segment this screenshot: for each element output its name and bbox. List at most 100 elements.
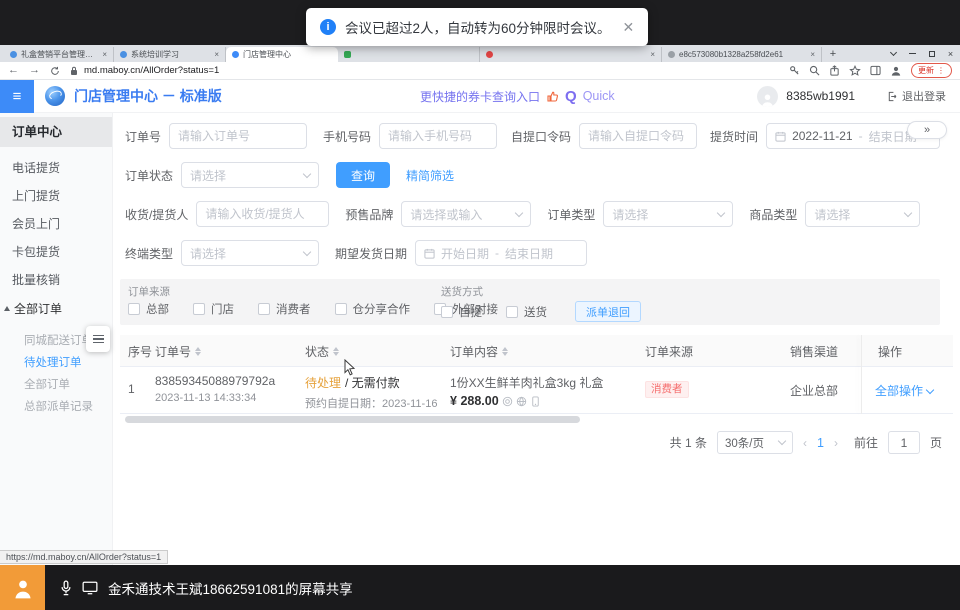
checkbox-hq[interactable]: 总部 [128, 301, 169, 317]
quick-link[interactable]: Quick [583, 89, 615, 103]
main-area: 订单中心 电话提货 上门提货 会员上门 卡包提货 批量核销 全部订单 同城配送订… [0, 113, 960, 565]
scrollbar-thumb[interactable] [125, 416, 580, 423]
screen-icon[interactable] [82, 581, 98, 595]
order-type-select[interactable]: 请选择 [603, 201, 733, 227]
sidebar-item-card-pickup[interactable]: 卡包提货 [0, 238, 112, 266]
tab-close-icon[interactable]: × [810, 50, 815, 59]
quick-q-icon[interactable]: Q [565, 88, 577, 105]
sidebar-sub-all-orders[interactable]: 全部订单 [0, 374, 112, 396]
browser-urlbar: ← → md.maboy.cn/AllOrder?status=1 更新 ⋮ [0, 62, 960, 80]
drag-handle[interactable] [86, 326, 110, 352]
source-tag: 消费者 [645, 381, 689, 398]
zoom-icon[interactable] [809, 65, 820, 76]
share-avatar[interactable] [0, 565, 45, 610]
prev-page-button[interactable]: ‹ [803, 436, 807, 450]
reload-icon[interactable] [50, 66, 60, 76]
url-text[interactable]: md.maboy.cn/AllOrder?status=1 [84, 65, 219, 76]
checkbox-self-pickup[interactable]: 自提 [441, 304, 482, 320]
forward-icon[interactable]: → [29, 65, 40, 76]
phone-input[interactable] [379, 123, 497, 149]
window-minimize-button[interactable] [903, 45, 922, 62]
tab-favicon [120, 51, 127, 58]
checkbox-store[interactable]: 门店 [193, 301, 234, 317]
ship-end-placeholder[interactable]: 结束日期 [505, 245, 553, 262]
col-content[interactable]: 订单内容 [450, 335, 508, 367]
pickup-code-input[interactable] [579, 123, 697, 149]
select-placeholder: 请选择或输入 [410, 206, 516, 223]
checkbox-delivery[interactable]: 送货 [506, 304, 547, 320]
tab-close-icon[interactable]: × [214, 50, 219, 59]
order-status-select[interactable]: 请选择 [181, 162, 319, 188]
promo-link[interactable]: 更快捷的券卡查询入口 [420, 88, 540, 105]
browser-tab-5[interactable]: × [480, 47, 662, 62]
hamburger-menu-button[interactable]: ≡ [0, 80, 34, 113]
goto-page-input[interactable] [888, 431, 920, 454]
window-close-button[interactable]: × [941, 45, 960, 62]
sort-icon[interactable] [502, 347, 508, 356]
window-maximize-button[interactable] [922, 45, 941, 62]
back-icon[interactable]: ← [8, 65, 19, 76]
ship-date-range[interactable]: 开始日期 - 结束日期 [415, 240, 587, 266]
sidebar-item-door-pickup[interactable]: 上门提货 [0, 182, 112, 210]
col-status[interactable]: 状态 [305, 335, 339, 367]
pickup-start-date[interactable]: 2022-11-21 [792, 129, 853, 143]
sidebar-group-all-orders[interactable]: 全部订单 [0, 294, 112, 322]
order-price: 288.00 [460, 394, 498, 408]
receiver-input[interactable] [196, 201, 329, 227]
browser-status-link: https://md.maboy.cn/AllOrder?status=1 [0, 550, 168, 564]
order-no-input[interactable] [169, 123, 307, 149]
table-row[interactable]: 1 83859345088979792a 2023-11-13 14:33:34… [120, 367, 953, 414]
sidebar-sub-pending-orders[interactable]: 待处理订单 [0, 352, 112, 374]
calendar-icon [424, 248, 435, 259]
tab-label: e8c573080b1328a258fd2e61 [679, 50, 805, 59]
browser-tab-6[interactable]: e8c573080b1328a258fd2e61 × [662, 47, 822, 62]
bookmark-star-icon[interactable] [849, 65, 861, 77]
pickup-code-label: 自提口令码 [511, 128, 571, 145]
current-page[interactable]: 1 [817, 436, 824, 450]
key-icon[interactable] [789, 65, 800, 76]
checkbox-warehouse-share[interactable]: 仓分享合作 [335, 301, 411, 317]
collapse-panel-button[interactable]: » [907, 121, 947, 139]
share-icon[interactable] [829, 65, 840, 76]
filter-row-3: 收货/提货人 预售品牌 请选择或输入 订单类型 请选择 商品类型 请选择 [125, 201, 920, 227]
terminal-type-select[interactable]: 请选择 [181, 240, 319, 266]
all-actions-dropdown[interactable]: 全部操作 [875, 382, 933, 399]
brand-select[interactable]: 请选择或输入 [401, 201, 531, 227]
user-avatar[interactable] [757, 86, 778, 107]
checkbox-icon [128, 303, 140, 315]
logout-button[interactable]: 退出登录 [887, 88, 946, 104]
profile-icon[interactable] [890, 65, 902, 77]
col-order-no[interactable]: 订单号 [155, 335, 201, 367]
checkbox-consumer[interactable]: 消费者 [258, 301, 311, 317]
terminal-type-label: 终端类型 [125, 245, 173, 262]
browser-tab-1[interactable]: 礼盒营销平台管理中心 × [4, 47, 114, 62]
new-tab-button[interactable]: + [826, 47, 840, 61]
side-panel-icon[interactable] [870, 65, 881, 76]
sidebar-sub-hq-dispatch[interactable]: 总部派单记录 [0, 396, 112, 418]
goods-type-select[interactable]: 请选择 [805, 201, 920, 227]
chrome-update-button[interactable]: 更新 ⋮ [911, 63, 952, 78]
username: 8385wb1991 [786, 89, 855, 103]
browser-tab-3-active[interactable]: 门店管理中心 [226, 47, 338, 62]
delivery-method-checkboxes: 自提 送货 派单退回 [441, 301, 641, 322]
sidebar-item-batch-verify[interactable]: 批量核销 [0, 266, 112, 294]
next-page-button[interactable]: › [834, 436, 838, 450]
tab-search-chevron-icon[interactable] [884, 45, 903, 62]
search-button[interactable]: 查询 [336, 162, 390, 188]
sidebar-item-phone-pickup[interactable]: 电话提货 [0, 154, 112, 182]
browser-tab-4[interactable] [338, 47, 480, 62]
tab-close-icon[interactable]: × [102, 50, 107, 59]
page-size-select[interactable]: 30条/页 [717, 431, 793, 454]
simple-filter-link[interactable]: 精简筛选 [406, 167, 454, 184]
mic-icon[interactable] [59, 580, 73, 596]
sort-icon[interactable] [333, 347, 339, 356]
sidebar-item-member-visit[interactable]: 会员上门 [0, 210, 112, 238]
ship-start-placeholder[interactable]: 开始日期 [441, 245, 489, 262]
goods-type-label: 商品类型 [749, 206, 797, 223]
tab-close-icon[interactable]: × [650, 50, 655, 59]
sort-icon[interactable] [195, 347, 201, 356]
order-number[interactable]: 83859345088979792a [155, 374, 275, 388]
toast-close-icon[interactable]: ✕ [623, 19, 635, 36]
browser-tab-2[interactable]: 系统培训学习 × [114, 47, 226, 62]
dispatch-return-button[interactable]: 派单退回 [575, 301, 641, 322]
